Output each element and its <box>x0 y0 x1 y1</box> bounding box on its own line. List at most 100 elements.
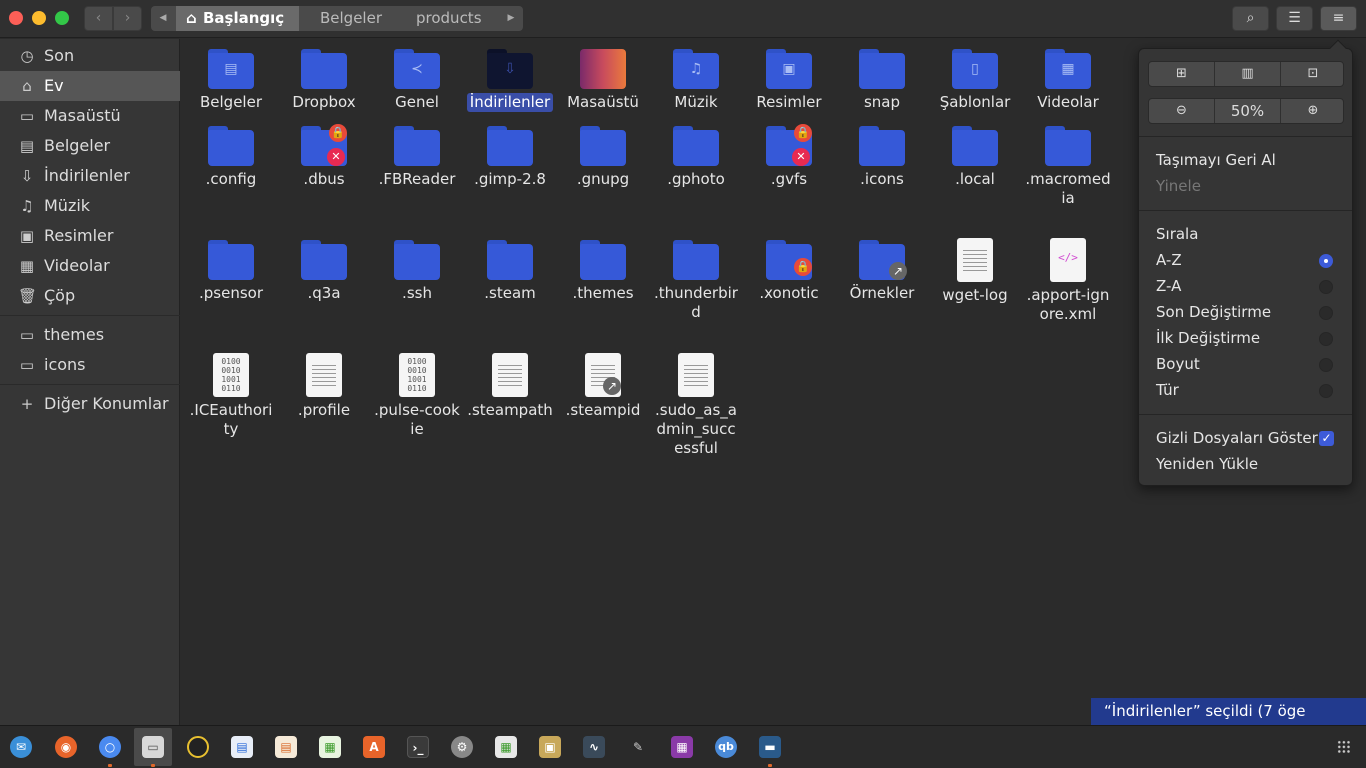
path-scroll-right-button[interactable]: ▶ <box>499 6 523 31</box>
spreadsheet-icon[interactable]: ▦ <box>495 736 517 758</box>
screenshot-icon[interactable]: ▬ <box>759 736 781 758</box>
sort-option-type[interactable]: Tür <box>1156 380 1179 400</box>
video-editor-icon[interactable]: ▦ <box>671 736 693 758</box>
settings-icon[interactable]: ⚙ <box>451 736 473 758</box>
minimize-window-button[interactable] <box>32 11 46 25</box>
zoom-level[interactable]: 50% <box>1215 99 1280 123</box>
file-item[interactable]: ▣ Resimler <box>739 49 839 112</box>
sort-option-z-a[interactable]: Z-A <box>1156 276 1181 296</box>
file-item[interactable]: .q3a <box>274 240 374 303</box>
list-view-button[interactable]: ☰ <box>1276 6 1313 31</box>
sort-radio-first-modified[interactable] <box>1319 332 1333 346</box>
reload-item[interactable]: Yeniden Yükle <box>1156 454 1258 474</box>
file-item[interactable]: 0100 0010 1001 0110 .ICEauthority <box>181 353 281 439</box>
file-item-selected[interactable]: ⇩ İndirilenler <box>460 49 560 112</box>
file-item[interactable]: .config <box>181 126 281 189</box>
sort-radio-last-modified[interactable] <box>1319 306 1333 320</box>
sidebar-item-other-locations[interactable]: + Diğer Konumlar <box>0 389 180 419</box>
file-item[interactable]: Masaüstü <box>553 49 653 112</box>
redo-item[interactable]: Yinele <box>1156 176 1201 196</box>
file-item[interactable]: ▯ Şablonlar <box>925 49 1025 112</box>
file-item[interactable]: ▦ Videolar <box>1018 49 1118 112</box>
sidebar-item-icons[interactable]: ▭ icons <box>0 350 180 380</box>
system-monitor-icon[interactable]: ∿ <box>583 736 605 758</box>
file-item[interactable]: ▤ Belgeler <box>181 49 281 112</box>
zoom-out-button[interactable]: ⊖ <box>1149 99 1214 123</box>
sidebar-item-indirilenler[interactable]: ⇩ İndirilenler <box>0 161 180 191</box>
path-scroll-left-button[interactable]: ◀ <box>151 6 175 31</box>
file-item[interactable]: .gphoto <box>646 126 746 189</box>
sort-radio-type[interactable] <box>1319 384 1333 398</box>
sort-radio-z-a[interactable] <box>1319 280 1333 294</box>
files-icon[interactable]: ▭ <box>142 736 164 758</box>
qbittorrent-icon[interactable]: qb <box>715 736 737 758</box>
sidebar-item-resimler[interactable]: ▣ Resimler <box>0 221 180 251</box>
search-button[interactable]: ⌕ <box>1232 6 1269 31</box>
firefox-icon[interactable]: ◉ <box>55 736 77 758</box>
back-button[interactable]: ‹ <box>84 6 113 31</box>
file-item[interactable]: .gimp-2.8 <box>460 126 560 189</box>
file-item[interactable]: .ssh <box>367 240 467 303</box>
file-item[interactable]: .local <box>925 126 1025 189</box>
file-item[interactable]: 🔒 ✕ .dbus <box>274 124 374 189</box>
new-tab-button[interactable]: ▥ <box>1215 62 1280 86</box>
forward-button[interactable]: › <box>113 6 142 31</box>
close-window-button[interactable] <box>9 11 23 25</box>
sidebar-item-themes[interactable]: ▭ themes <box>0 320 180 350</box>
sort-option-a-z[interactable]: A-Z <box>1156 250 1182 270</box>
file-item[interactable]: .gnupg <box>553 126 653 189</box>
software-center-icon[interactable]: A <box>363 736 385 758</box>
file-item[interactable]: ↗ Örnekler <box>832 240 932 303</box>
file-item[interactable]: .steam <box>460 240 560 303</box>
sidebar-item-masaustu[interactable]: ▭ Masaüstü <box>0 101 180 131</box>
archive-manager-icon[interactable]: ▣ <box>539 736 561 758</box>
path-crumb-home[interactable]: ⌂ Başlangıç <box>176 6 299 31</box>
writer-icon[interactable]: ▤ <box>231 736 253 758</box>
sidebar-item-videolar[interactable]: ▦ Videolar <box>0 251 180 281</box>
path-crumb-products[interactable]: products <box>416 6 482 31</box>
thunderbird-icon[interactable]: ✉ <box>10 736 32 758</box>
gimp-icon[interactable]: ✎ <box>627 736 649 758</box>
zoom-in-button[interactable]: ⊕ <box>1281 99 1345 123</box>
file-item[interactable]: .icons <box>832 126 932 189</box>
menu-button[interactable]: ≡ <box>1320 6 1357 31</box>
undo-move-item[interactable]: Taşımayı Geri Al <box>1156 150 1276 170</box>
calc-icon[interactable]: ▦ <box>319 736 341 758</box>
sidebar-item-ev[interactable]: ⌂ Ev <box>0 71 180 101</box>
file-item[interactable]: .themes <box>553 240 653 303</box>
file-item[interactable]: .psensor <box>181 240 281 303</box>
file-item[interactable]: .thunderbird <box>646 240 746 322</box>
terminal-icon[interactable]: ›_ <box>407 736 429 758</box>
file-item[interactable]: .macromedia <box>1018 126 1118 208</box>
file-item[interactable]: .steampath <box>460 353 560 420</box>
file-item[interactable]: 🔒 .xonotic <box>739 240 839 303</box>
new-folder-button[interactable]: ⊞ <box>1149 62 1214 86</box>
show-hidden-files-item[interactable]: Gizli Dosyaları Göster <box>1156 428 1318 448</box>
maximize-window-button[interactable] <box>55 11 69 25</box>
sidebar-item-cop[interactable]: 🗑 Çöp <box>0 281 180 311</box>
file-item[interactable]: Dropbox <box>274 49 374 112</box>
sidebar-item-muzik[interactable]: ♫ Müzik <box>0 191 180 221</box>
sort-option-size[interactable]: Boyut <box>1156 354 1200 374</box>
file-item[interactable]: ♫ Müzik <box>646 49 746 112</box>
file-item[interactable]: ↗ .steampid <box>553 353 653 420</box>
sort-option-last-modified[interactable]: Son Değiştirme <box>1156 302 1271 322</box>
chromium-icon[interactable]: ○ <box>99 736 121 758</box>
sort-radio-size[interactable] <box>1319 358 1333 372</box>
show-hidden-checkbox[interactable]: ✓ <box>1319 431 1334 446</box>
file-item[interactable]: </> .apport-ignore.xml <box>1018 238 1118 324</box>
sidebar-item-son[interactable]: ◷ Son <box>0 41 180 71</box>
file-item[interactable]: 🔒 ✕ .gvfs <box>739 124 839 189</box>
file-item[interactable]: 0100 0010 1001 0110 .pulse-cookie <box>367 353 467 439</box>
file-item[interactable]: ≺ Genel <box>367 49 467 112</box>
file-item[interactable]: .sudo_as_admin_successful <box>646 353 746 458</box>
file-item[interactable]: .FBReader <box>367 126 467 189</box>
sort-radio-a-z[interactable] <box>1319 254 1333 268</box>
rhythmbox-icon[interactable] <box>187 736 209 758</box>
file-item[interactable]: wget-log <box>925 238 1025 305</box>
impress-icon[interactable]: ▤ <box>275 736 297 758</box>
path-crumb-belgeler[interactable]: Belgeler <box>320 6 382 31</box>
file-item[interactable]: .profile <box>274 353 374 420</box>
file-item[interactable]: snap <box>832 49 932 112</box>
app-grid-icon[interactable] <box>1337 740 1351 754</box>
